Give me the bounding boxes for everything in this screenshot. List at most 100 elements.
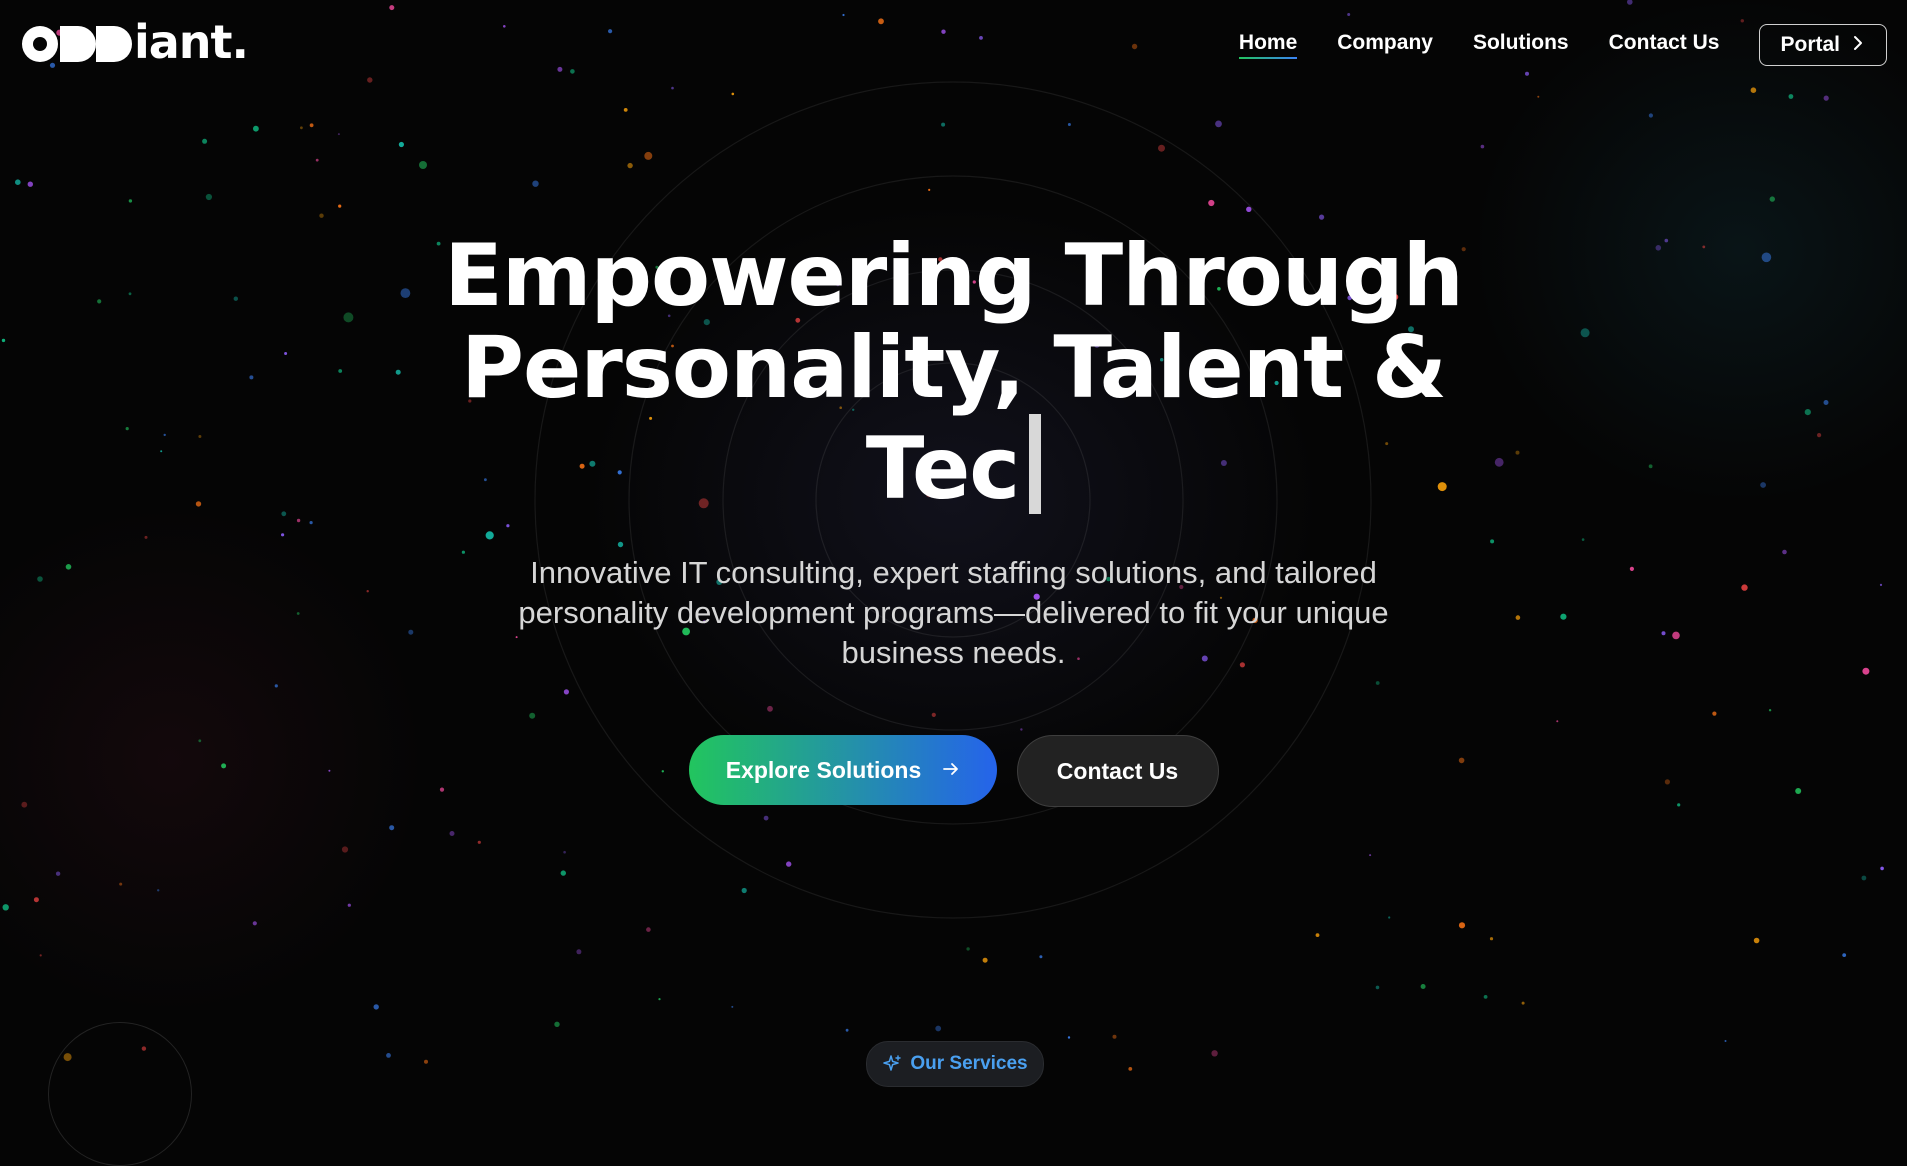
portal-button-label: Portal (1780, 33, 1840, 56)
particle (39, 954, 42, 957)
chevron-right-icon (1852, 35, 1864, 56)
navbar: iant. Home Company Solutions Contact Us … (0, 0, 1907, 90)
particle (386, 1053, 391, 1058)
nav-contact-us[interactable]: Contact Us (1609, 31, 1720, 59)
hero-section: Empowering Through Personality, Talent &… (0, 230, 1907, 807)
typing-cursor (1029, 414, 1042, 514)
particle (27, 181, 33, 187)
sparkle-icon (882, 1054, 902, 1074)
particle (419, 161, 427, 169)
particle (1842, 953, 1847, 957)
particle (1769, 196, 1776, 202)
particle (2, 904, 9, 911)
particle (1315, 933, 1320, 937)
particle (1537, 95, 1540, 98)
particle (554, 1021, 560, 1027)
particle (1067, 1036, 1071, 1039)
particle (1880, 866, 1884, 871)
particle (1753, 937, 1760, 944)
explore-solutions-button[interactable]: Explore Solutions (688, 735, 997, 805)
particle (33, 897, 39, 903)
particle (576, 949, 582, 955)
particle (389, 825, 395, 831)
particle (941, 122, 946, 127)
particle (128, 199, 133, 203)
particle (731, 1005, 734, 1008)
our-services-badge[interactable]: Our Services (866, 1041, 1044, 1087)
nav-home[interactable]: Home (1238, 31, 1298, 59)
particle (845, 1028, 849, 1032)
particle (1211, 1050, 1218, 1057)
odd-logo-mark (22, 26, 132, 62)
particle (1112, 1034, 1117, 1039)
particle (1319, 214, 1325, 220)
hero-cta-group: Explore Solutions Contact Us (0, 735, 1907, 807)
particle (928, 188, 931, 191)
particle (1823, 95, 1829, 101)
particle (315, 158, 319, 162)
particle (398, 141, 404, 148)
nav-company[interactable]: Company (1337, 31, 1433, 59)
particle (786, 861, 792, 867)
particle (1480, 144, 1485, 149)
particle (1489, 937, 1494, 941)
particle (347, 903, 351, 907)
our-services-label: Our Services (910, 1053, 1028, 1074)
particle (763, 815, 769, 821)
particle (252, 921, 257, 926)
particle (1648, 113, 1653, 118)
particle (966, 947, 970, 951)
particle (424, 1059, 428, 1064)
particle (1861, 875, 1867, 881)
particle (563, 850, 566, 854)
particle (449, 831, 455, 836)
particle (1388, 916, 1391, 919)
particle (319, 213, 324, 218)
particle (935, 1025, 942, 1032)
hero-title-line-1: Empowering Through (444, 226, 1464, 326)
particle (337, 133, 340, 136)
contact-us-button[interactable]: Contact Us (1016, 735, 1219, 807)
particle (1369, 854, 1372, 857)
particle (55, 871, 61, 876)
contact-us-label: Contact Us (1056, 757, 1179, 784)
decorative-circle (48, 1022, 192, 1166)
particle (560, 870, 566, 876)
hero-subtitle: Innovative IT consulting, expert staffin… (518, 555, 1389, 670)
hero-title-line-2: Personality, Talent & (460, 318, 1447, 418)
particle (532, 180, 539, 187)
particle (627, 162, 633, 169)
nav-solutions[interactable]: Solutions (1473, 31, 1569, 59)
logo-text: iant. (134, 15, 249, 69)
particle (731, 92, 735, 96)
particle (1158, 144, 1165, 152)
particle (644, 151, 653, 160)
particle (982, 957, 988, 963)
particle (1521, 1001, 1525, 1005)
particle (1215, 120, 1222, 128)
portal-button[interactable]: Portal (1759, 24, 1887, 66)
particle (300, 126, 303, 130)
particle (157, 889, 160, 892)
logo[interactable]: iant. (20, 15, 249, 69)
particle (373, 1004, 379, 1010)
particle (341, 846, 349, 853)
particle (1208, 199, 1215, 207)
particle (623, 108, 628, 112)
explore-solutions-label: Explore Solutions (725, 756, 922, 783)
particle (646, 927, 651, 932)
particle (202, 138, 208, 144)
hero-title: Empowering Through Personality, Talent &… (404, 230, 1504, 515)
arrow-right-icon (943, 759, 959, 782)
particle (309, 123, 314, 128)
particle (14, 179, 21, 185)
particle (1458, 922, 1466, 929)
particle (253, 125, 259, 132)
particle (658, 998, 661, 1001)
particle (205, 193, 212, 201)
particle (477, 840, 481, 844)
particle (119, 882, 123, 886)
particle (1483, 995, 1488, 999)
hero-title-line-3: Tec (865, 419, 1021, 519)
particle (1246, 206, 1252, 212)
